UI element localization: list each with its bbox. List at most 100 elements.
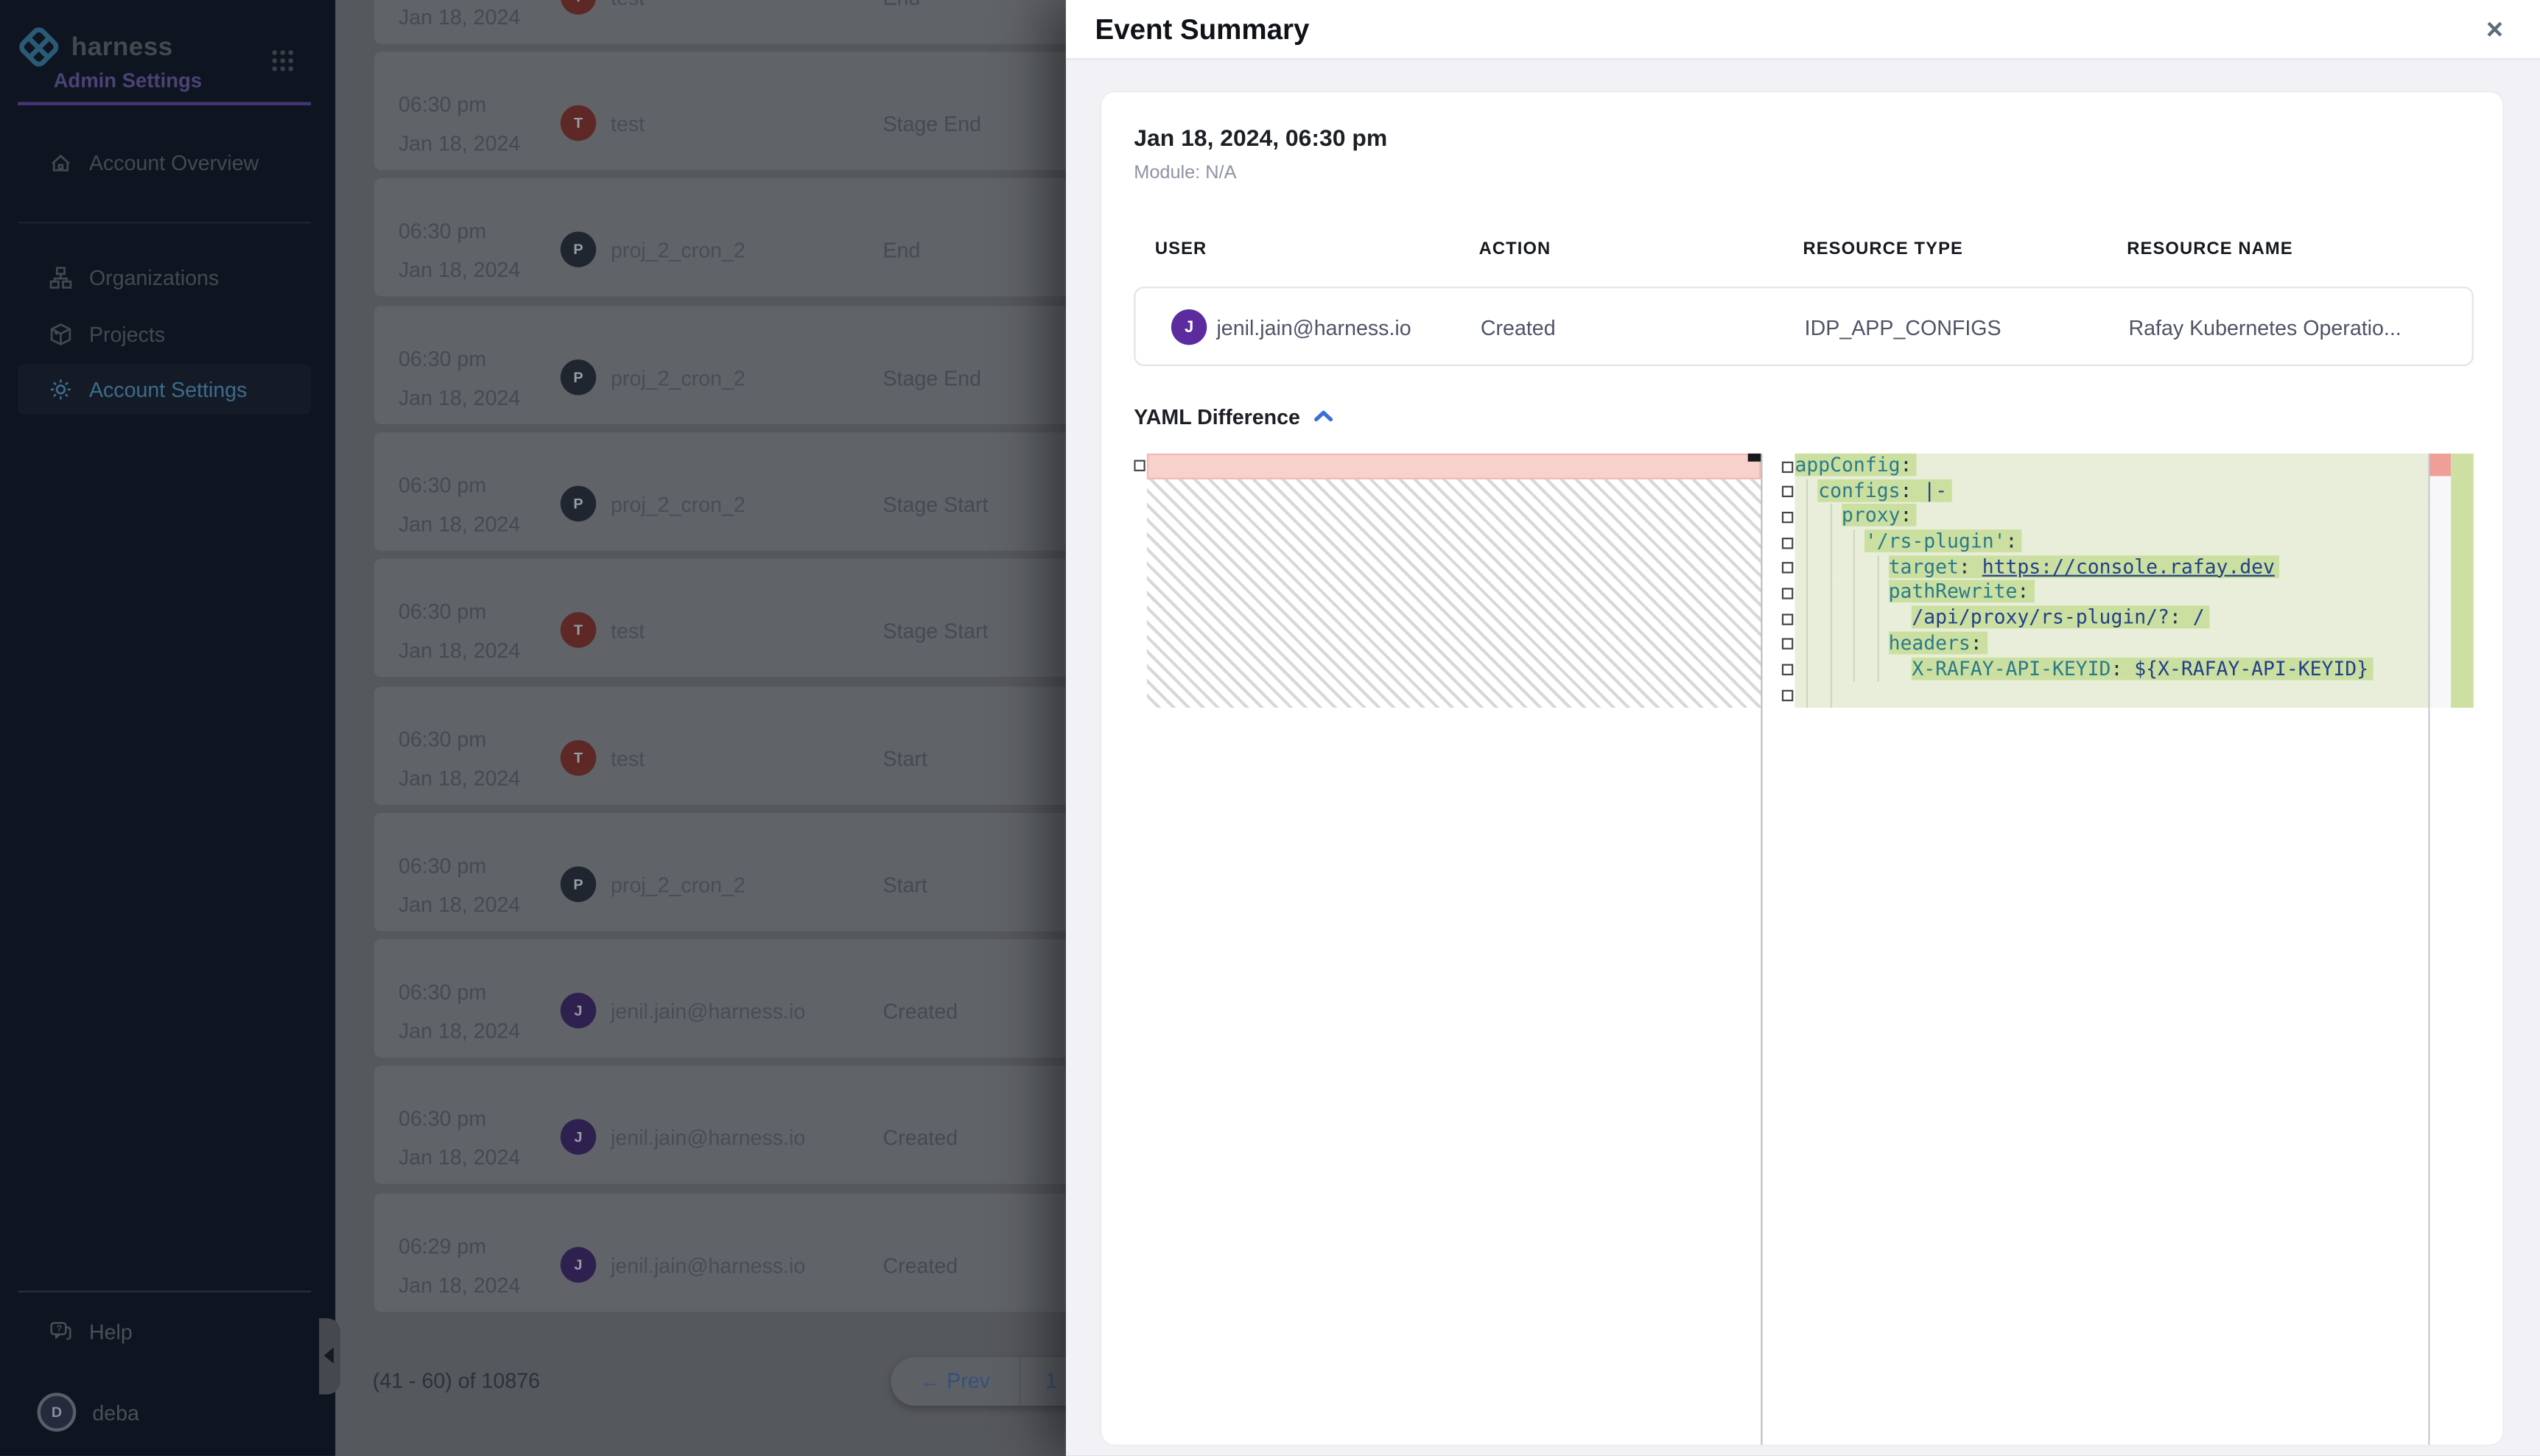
- code-token: :: [1971, 631, 1982, 654]
- row-avatar: J: [1171, 309, 1207, 345]
- code-token: headers: [1889, 631, 1971, 654]
- row-date: Jan 18, 2024: [399, 384, 520, 409]
- column-header-resource-type: RESOURCE TYPE: [1803, 239, 1962, 259]
- diff-gutter-marker[interactable]: [1782, 613, 1793, 625]
- diff-pane-divider: [1761, 454, 1762, 1445]
- row-time: 06:30 pm: [399, 346, 486, 370]
- row-avatar: T: [561, 105, 596, 141]
- row-date: Jan 18, 2024: [399, 258, 520, 282]
- row-user: jenil.jain@harness.io: [611, 1253, 805, 1277]
- user-menu[interactable]: D deba: [18, 1388, 311, 1437]
- code-token: :: [2111, 657, 2122, 680]
- diff-marker-column: [2430, 476, 2451, 708]
- code-token: :: [1959, 555, 1971, 578]
- indent-guide: [1806, 479, 1808, 707]
- audit-table-row[interactable]: 06:30 pmJan 18, 2024Pproj_2_cron_2Stage …: [374, 306, 1066, 424]
- code-link[interactable]: https://console.rafay.dev: [1982, 555, 2275, 578]
- diff-code-line: X-RAFAY-API-KEYID: ${X-RAFAY-API-KEYID}: [1795, 657, 2428, 682]
- diff-gutter-marker[interactable]: [1782, 639, 1793, 650]
- code-token: [1912, 479, 1923, 502]
- diff-deleted-line: [1147, 454, 1761, 479]
- diff-gutter-marker[interactable]: [1782, 588, 1793, 599]
- audit-table-row[interactable]: 06:30 pmJan 18, 2024TtestStart: [374, 686, 1066, 804]
- row-time: 06:30 pm: [399, 219, 486, 244]
- gear-icon: [49, 377, 73, 401]
- sidebar-item-organizations[interactable]: Organizations: [18, 253, 311, 303]
- row-time: 06:30 pm: [399, 980, 486, 1005]
- event-datetime: Jan 18, 2024, 06:30 pm: [1134, 127, 1387, 152]
- close-icon[interactable]: ×: [2475, 10, 2514, 49]
- sidebar-item-label: Organizations: [89, 266, 219, 290]
- sidebar-subtitle: Admin Settings: [54, 70, 203, 93]
- row-time: 06:30 pm: [399, 853, 486, 877]
- row-user: proj_2_cron_2: [611, 365, 745, 390]
- code-token: :: [1900, 479, 1912, 502]
- audit-table-row[interactable]: 06:30 pm Jan 18, 2024 Jjenil.jain@harness.…: [374, 940, 1066, 1058]
- diff-gutter-marker[interactable]: [1782, 537, 1793, 548]
- row-date: Jan 18, 2024: [399, 1273, 520, 1297]
- row-user: jenil.jain@harness.io: [611, 1126, 805, 1150]
- audit-table-row[interactable]: 06:30 pmJan 18, 2024TtestStage Start: [374, 559, 1066, 678]
- pagination: ← Prev 1: [891, 1357, 1065, 1406]
- diff-code-line: appConfig:: [1795, 454, 2428, 479]
- audit-table-row[interactable]: 06:30 pmJan 18, 2024TtestStage End: [374, 52, 1066, 170]
- diff-gutter-marker[interactable]: [1782, 486, 1793, 497]
- row-action: End: [883, 239, 920, 263]
- audit-table-row[interactable]: 06:30 pmJan 18, 2024Pproj_2_cron_2End: [374, 179, 1066, 298]
- code-token: '/rs-plugin': [1865, 530, 2006, 552]
- row-action: Created: [883, 1126, 958, 1150]
- audit-table-row[interactable]: 06:30 pmJan 18, 2024Pproj_2_cron_2Start: [374, 812, 1066, 931]
- prev-label: Prev: [947, 1368, 990, 1393]
- diff-gutter-marker[interactable]: [1782, 664, 1793, 675]
- sidebar-item-label: Account Settings: [89, 377, 248, 401]
- yaml-difference-toggle[interactable]: YAML Difference: [1134, 404, 1333, 429]
- row-user: test: [611, 112, 645, 136]
- yaml-diff-view[interactable]: appConfig: configs: |- proxy: '/rs-plugi…: [1134, 454, 2474, 1445]
- row-date: Jan 18, 2024: [399, 1019, 520, 1043]
- diff-code-line: '/rs-plugin':: [1795, 530, 2428, 555]
- row-action: Stage Start: [883, 619, 988, 643]
- row-date: Jan 18, 2024: [399, 639, 520, 663]
- audit-table-row[interactable]: 06:30 pmJan 18, 2024Jjenil.jain@harness.…: [374, 1066, 1066, 1185]
- sidebar-item-projects[interactable]: Projects: [18, 309, 311, 359]
- row-user: proj_2_cron_2: [611, 873, 745, 897]
- diff-gutter-marker[interactable]: [1782, 563, 1793, 574]
- prev-page-button[interactable]: ← Prev: [891, 1357, 1019, 1406]
- help-chat-icon: ?: [49, 1319, 73, 1343]
- row-avatar: J: [561, 993, 596, 1028]
- harness-logo-icon[interactable]: [19, 27, 61, 69]
- code-token: configs: [1818, 479, 1900, 502]
- row-user: jenil.jain@harness.io: [1216, 316, 1411, 340]
- module-grid-icon[interactable]: [272, 50, 293, 71]
- audit-table-row[interactable]: 06:29 pmJan 18, 2024Jjenil.jain@harness.…: [374, 1193, 1066, 1312]
- diff-gutter-marker[interactable]: [1134, 460, 1145, 471]
- diff-right-pane: appConfig: configs: |- proxy: '/rs-plugi…: [1795, 454, 2428, 708]
- help-button[interactable]: ? Help: [18, 1307, 311, 1356]
- row-date: Jan 18, 2024: [399, 5, 520, 29]
- row-action: Created: [883, 999, 958, 1024]
- sidebar-item-account-overview[interactable]: Account Overview: [18, 138, 311, 188]
- row-avatar: T: [561, 739, 596, 775]
- diff-left-pane: [1147, 454, 1761, 708]
- audit-table-row[interactable]: 06:30 pmJan 18, 2024Pproj_2_cron_2Stage …: [374, 432, 1066, 551]
- page-number-1[interactable]: 1: [1034, 1357, 1066, 1406]
- user-name: deba: [92, 1400, 139, 1424]
- row-time: 06:30 pm: [399, 92, 486, 116]
- pagination-range: (41 - 60) of 10876: [373, 1368, 540, 1393]
- diff-gutter-marker[interactable]: [1782, 689, 1793, 700]
- row-user: jenil.jain@harness.io: [611, 999, 805, 1024]
- column-header-resource-name: RESOURCE NAME: [2127, 239, 2292, 259]
- sidebar-item-account-settings[interactable]: Account Settings: [18, 365, 311, 415]
- diff-code-line: /api/proxy/rs-plugin/?: /: [1795, 606, 2428, 631]
- diff-collapsed-hatch: [1147, 479, 1761, 708]
- user-avatar: D: [38, 1393, 77, 1432]
- audit-table-row[interactable]: Jan 18, 2024TtestEnd: [374, 0, 1066, 43]
- diff-gutter-marker[interactable]: [1782, 461, 1793, 472]
- row-date: Jan 18, 2024: [399, 131, 520, 155]
- chevron-left-icon: [324, 1348, 334, 1364]
- home-icon: [49, 151, 73, 175]
- row-resource-type: IDP_APP_CONFIGS: [1805, 316, 2002, 340]
- code-token: /: [2193, 606, 2205, 629]
- diff-gutter-marker[interactable]: [1782, 512, 1793, 523]
- sidebar-collapse-handle[interactable]: [319, 1318, 340, 1394]
